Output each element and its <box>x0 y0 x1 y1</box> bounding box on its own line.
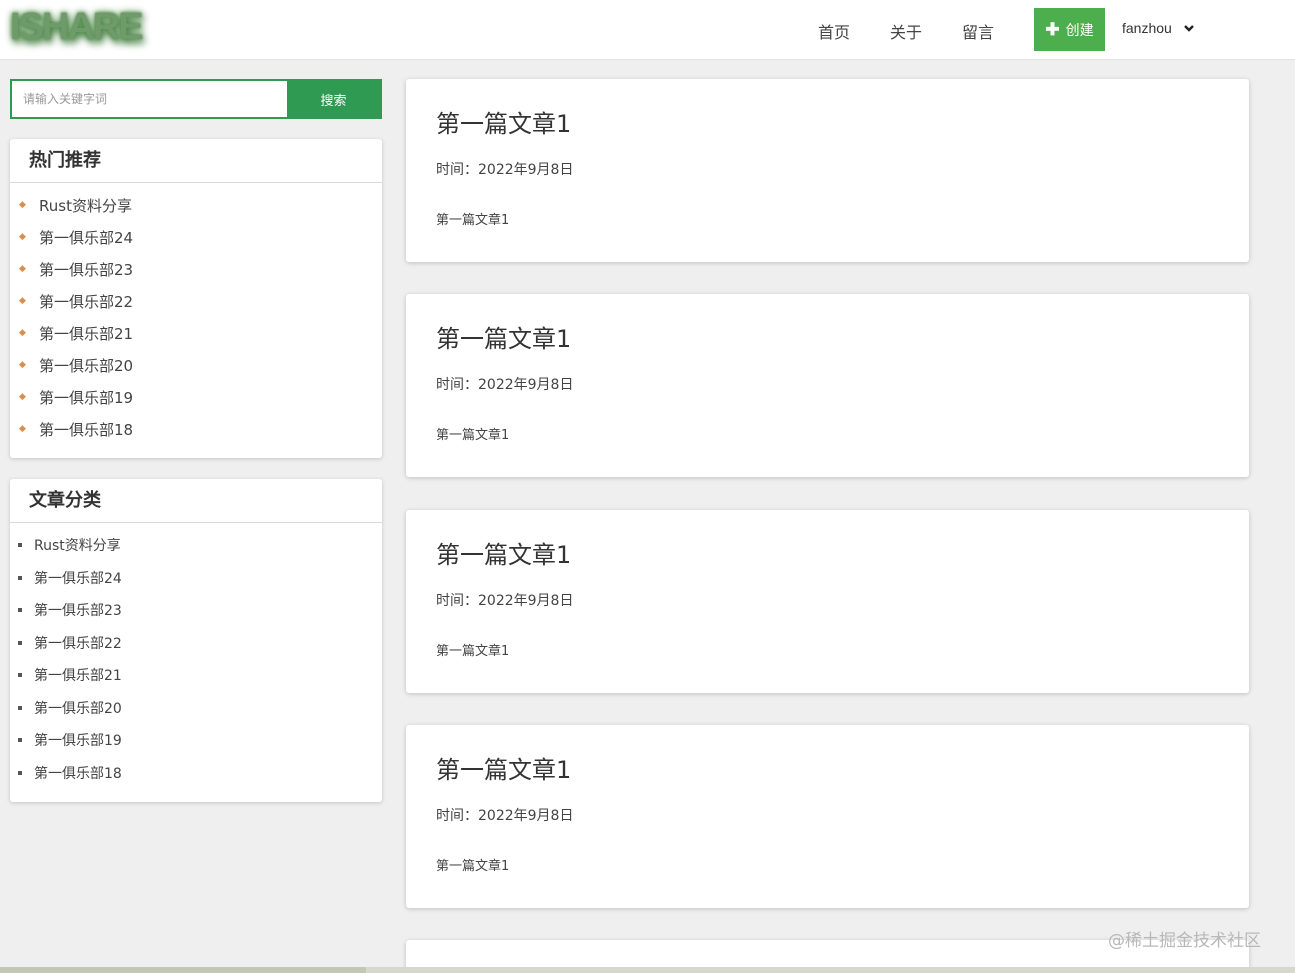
category-item-label: Rust资料分享 <box>34 538 121 555</box>
category-item-label: 第一俱乐部24 <box>34 570 122 587</box>
hot-item-label: 第一俱乐部19 <box>39 388 134 407</box>
horizontal-scrollbar[interactable] <box>0 967 1295 973</box>
scrollbar-thumb[interactable] <box>0 967 366 973</box>
username: fanzhou <box>1122 20 1172 36</box>
chevron-down-icon <box>1183 25 1194 32</box>
square-bullet-icon <box>18 673 22 678</box>
category-item-label: 第一俱乐部23 <box>34 603 122 620</box>
category-item-label: 第一俱乐部20 <box>34 700 122 717</box>
category-list-item[interactable]: 第一俱乐部20 <box>10 692 382 725</box>
article-card[interactable]: 第一篇文章1 时间：2022年9月8日 第一篇文章1 <box>406 510 1249 693</box>
article-card[interactable]: 第一篇文章1 时间：2022年9月8日 第一篇文章1 <box>406 725 1249 908</box>
diamond-bullet-icon: ◆ <box>19 232 26 242</box>
search-input[interactable] <box>12 81 287 117</box>
article-excerpt: 第一篇文章1 <box>436 213 510 228</box>
article-title[interactable]: 第一篇文章1 <box>436 104 571 139</box>
diamond-bullet-icon: ◆ <box>19 200 26 210</box>
site-logo[interactable]: ISHARE <box>10 6 144 49</box>
category-panel-title: 文章分类 <box>10 479 382 523</box>
article-card[interactable]: 第一篇文章1 时间：2022年9月8日 第一篇文章1 <box>406 79 1249 262</box>
category-list-item[interactable]: 第一俱乐部19 <box>10 724 382 757</box>
hot-item-label: 第一俱乐部18 <box>39 420 134 439</box>
article-excerpt: 第一篇文章1 <box>436 644 510 659</box>
hot-item-label: 第一俱乐部23 <box>39 260 134 279</box>
category-list-item[interactable]: 第一俱乐部22 <box>10 627 382 660</box>
diamond-bullet-icon: ◆ <box>19 392 26 402</box>
square-bullet-icon <box>18 543 22 548</box>
category-list-item[interactable]: 第一俱乐部21 <box>10 659 382 692</box>
article-time: 时间：2022年9月8日 <box>436 808 574 824</box>
watermark-text: @稀土掘金技术社区 <box>1108 931 1261 951</box>
hot-list: ◆ Rust资料分享 ◆ 第一俱乐部24 ◆ 第一俱乐部23 ◆ 第一俱乐部22 ◆ 第一… <box>10 183 382 445</box>
create-button-label: 创建 <box>1065 21 1094 38</box>
article-excerpt: 第一篇文章1 <box>436 428 510 443</box>
article-time: 时间：2022年9月8日 <box>436 377 574 393</box>
category-item-label: 第一俱乐部21 <box>34 668 122 685</box>
category-list-item[interactable]: 第一俱乐部23 <box>10 594 382 627</box>
hot-item-label: 第一俱乐部24 <box>39 228 134 247</box>
user-menu[interactable]: fanzhou <box>1122 20 1196 36</box>
nav-messages[interactable]: 留言 <box>962 19 994 43</box>
diamond-bullet-icon: ◆ <box>19 264 26 274</box>
hot-panel: 热门推荐 ◆ Rust资料分享 ◆ 第一俱乐部24 ◆ 第一俱乐部23 ◆ 第一俱乐部2… <box>10 139 382 458</box>
hot-list-item[interactable]: ◆ 第一俱乐部22 <box>10 285 382 317</box>
article-title[interactable]: 第一篇文章1 <box>436 319 571 354</box>
plus-icon: ✚ <box>1045 19 1060 39</box>
hot-list-item[interactable]: ◆ 第一俱乐部18 <box>10 413 382 445</box>
square-bullet-icon <box>18 738 22 743</box>
nav-home[interactable]: 首页 <box>818 19 850 43</box>
category-item-label: 第一俱乐部18 <box>34 765 122 782</box>
diamond-bullet-icon: ◆ <box>19 328 26 338</box>
article-card[interactable]: 第一篇文章1 时间：2022年9月8日 第一篇文章1 <box>406 294 1249 477</box>
category-list-item[interactable]: Rust资料分享 <box>10 529 382 562</box>
square-bullet-icon <box>18 640 22 645</box>
category-item-label: 第一俱乐部19 <box>34 733 122 750</box>
search-bar: 搜索 <box>10 79 382 119</box>
category-list-item[interactable]: 第一俱乐部24 <box>10 562 382 595</box>
hot-item-label: 第一俱乐部21 <box>39 324 134 343</box>
diamond-bullet-icon: ◆ <box>19 360 26 370</box>
category-panel: 文章分类 Rust资料分享 第一俱乐部24 第一俱乐部23 第一俱乐部22 第一… <box>10 479 382 802</box>
hot-panel-title: 热门推荐 <box>10 139 382 183</box>
create-button[interactable]: ✚ 创建 <box>1034 8 1105 51</box>
hot-item-label: 第一俱乐部20 <box>39 356 134 375</box>
square-bullet-icon <box>18 608 22 613</box>
search-button[interactable]: 搜索 <box>287 81 380 117</box>
article-title[interactable]: 第一篇文章1 <box>436 750 571 785</box>
square-bullet-icon <box>18 705 22 710</box>
article-time: 时间：2022年9月8日 <box>436 162 574 178</box>
hot-list-item[interactable]: ◆ 第一俱乐部20 <box>10 349 382 381</box>
hot-list-item[interactable]: ◆ 第一俱乐部23 <box>10 253 382 285</box>
category-list: Rust资料分享 第一俱乐部24 第一俱乐部23 第一俱乐部22 第一俱乐部21… <box>10 523 382 789</box>
diamond-bullet-icon: ◆ <box>19 296 26 306</box>
top-header: ISHARE 首页 关于 留言 ✚ 创建 fanzhou <box>0 0 1295 60</box>
article-time: 时间：2022年9月8日 <box>436 593 574 609</box>
hot-list-item[interactable]: ◆ 第一俱乐部19 <box>10 381 382 413</box>
category-item-label: 第一俱乐部22 <box>34 635 122 652</box>
square-bullet-icon <box>18 770 22 775</box>
article-excerpt: 第一篇文章1 <box>436 859 510 874</box>
square-bullet-icon <box>18 575 22 580</box>
hot-list-item[interactable]: ◆ 第一俱乐部24 <box>10 221 382 253</box>
diamond-bullet-icon: ◆ <box>19 424 26 434</box>
hot-item-label: 第一俱乐部22 <box>39 292 134 311</box>
hot-item-label: Rust资料分享 <box>39 196 132 215</box>
article-title[interactable]: 第一篇文章1 <box>436 535 571 570</box>
hot-list-item[interactable]: ◆ 第一俱乐部21 <box>10 317 382 349</box>
hot-list-item[interactable]: ◆ Rust资料分享 <box>10 189 382 221</box>
category-list-item[interactable]: 第一俱乐部18 <box>10 757 382 790</box>
nav-about[interactable]: 关于 <box>890 19 922 43</box>
